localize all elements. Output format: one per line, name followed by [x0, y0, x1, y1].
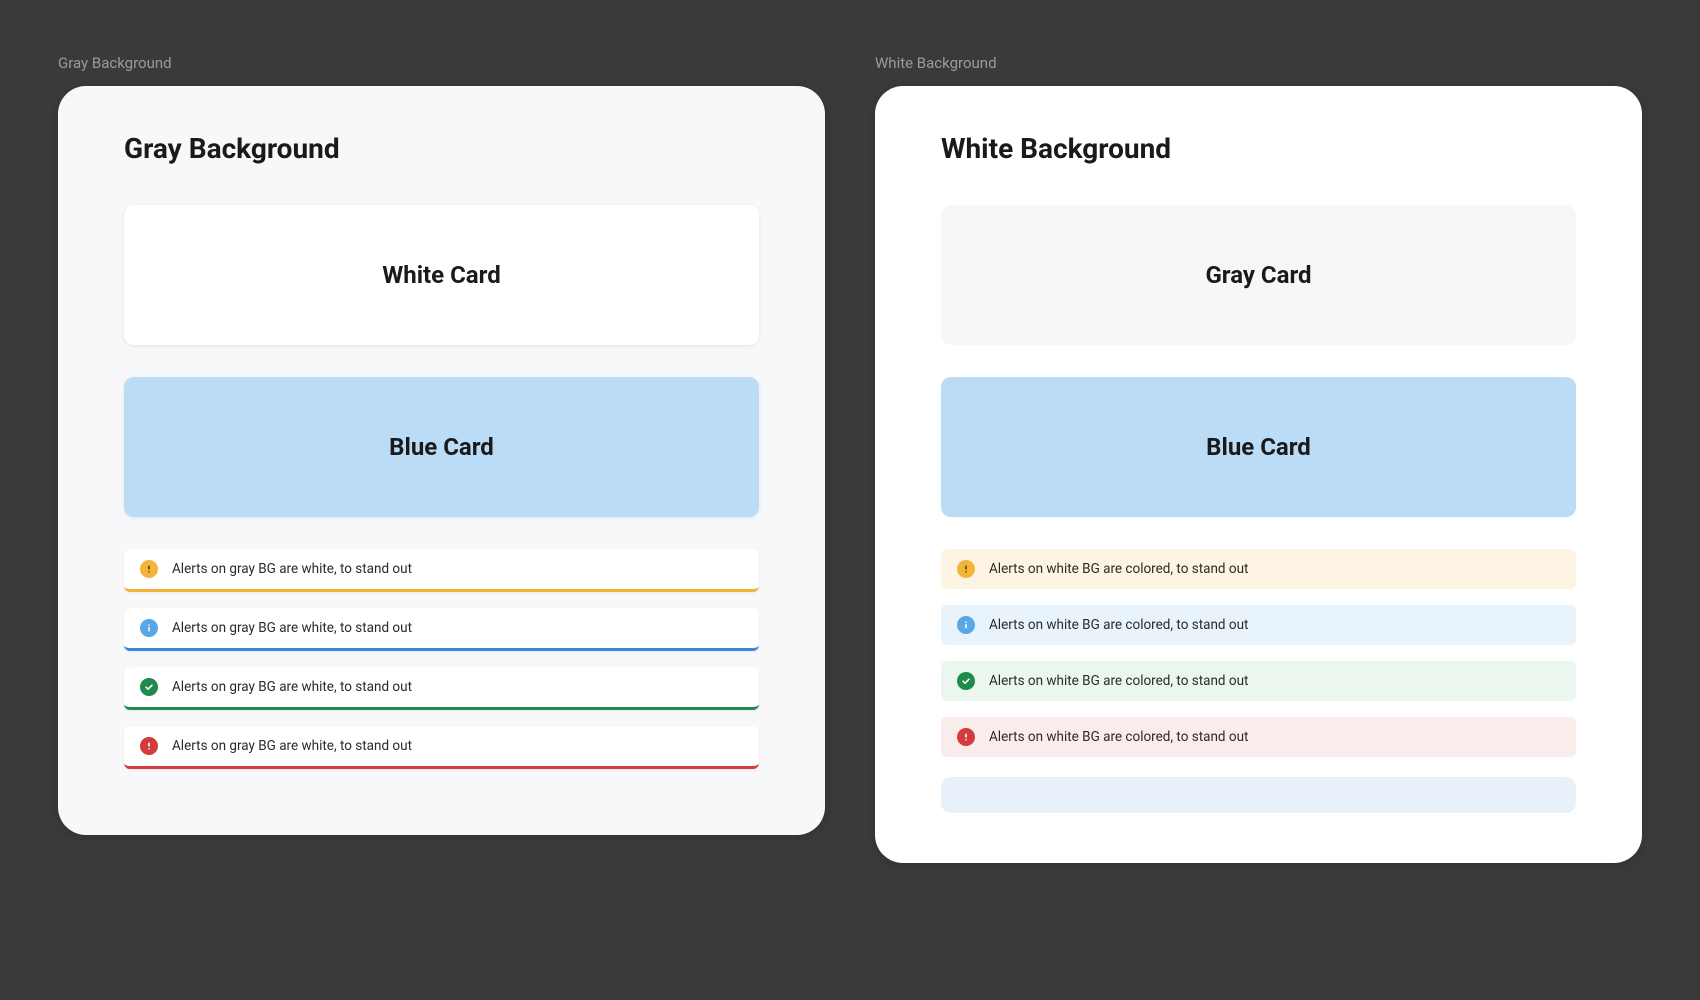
alert-success: Alerts on white BG are colored, to stand…: [941, 661, 1576, 701]
column-label-white: White Background: [875, 54, 1642, 72]
column-label-gray: Gray Background: [58, 54, 825, 72]
alert-warning: Alerts on white BG are colored, to stand…: [941, 549, 1576, 589]
column-gray-bg: Gray Background Gray Background White Ca…: [58, 54, 825, 863]
card-title: Blue Card: [144, 433, 739, 461]
alert-text: Alerts on gray BG are white, to stand ou…: [172, 738, 412, 754]
alert-text: Alerts on white BG are colored, to stand…: [989, 673, 1248, 689]
info-icon: [140, 619, 158, 637]
column-white-bg: White Background White Background Gray C…: [875, 54, 1642, 863]
panel-gray: Gray Background White Card Blue Card Ale…: [58, 86, 825, 835]
alert-error: Alerts on white BG are colored, to stand…: [941, 717, 1576, 757]
panel-title: Gray Background: [124, 132, 759, 165]
stage: Gray Background Gray Background White Ca…: [0, 0, 1700, 863]
alert-text: Alerts on white BG are colored, to stand…: [989, 617, 1248, 633]
alert-text: Alerts on gray BG are white, to stand ou…: [172, 679, 412, 695]
alert-info: Alerts on white BG are colored, to stand…: [941, 605, 1576, 645]
panel-white: White Background Gray Card Blue Card Ale…: [875, 86, 1642, 863]
card-white: White Card: [124, 205, 759, 345]
card-gray: Gray Card: [941, 205, 1576, 345]
card-blue: Blue Card: [941, 377, 1576, 517]
warning-icon: [140, 560, 158, 578]
alert-text: Alerts on white BG are colored, to stand…: [989, 561, 1248, 577]
alert-text: Alerts on gray BG are white, to stand ou…: [172, 620, 412, 636]
check-icon: [957, 672, 975, 690]
alerts-list: Alerts on white BG are colored, to stand…: [941, 549, 1576, 757]
info-icon: [957, 616, 975, 634]
alert-warning: Alerts on gray BG are white, to stand ou…: [124, 549, 759, 592]
alert-text: Alerts on white BG are colored, to stand…: [989, 729, 1248, 745]
alert-success: Alerts on gray BG are white, to stand ou…: [124, 667, 759, 710]
panel-title: White Background: [941, 132, 1576, 165]
card-title: White Card: [144, 261, 739, 289]
alert-text: Alerts on gray BG are white, to stand ou…: [172, 561, 412, 577]
error-icon: [140, 737, 158, 755]
error-icon: [957, 728, 975, 746]
warning-icon: [957, 560, 975, 578]
card-title: Blue Card: [961, 433, 1556, 461]
alert-error: Alerts on gray BG are white, to stand ou…: [124, 726, 759, 769]
card-partial: [941, 777, 1576, 813]
check-icon: [140, 678, 158, 696]
card-title: Gray Card: [961, 261, 1556, 289]
alert-info: Alerts on gray BG are white, to stand ou…: [124, 608, 759, 651]
alerts-list: Alerts on gray BG are white, to stand ou…: [124, 549, 759, 769]
card-blue: Blue Card: [124, 377, 759, 517]
